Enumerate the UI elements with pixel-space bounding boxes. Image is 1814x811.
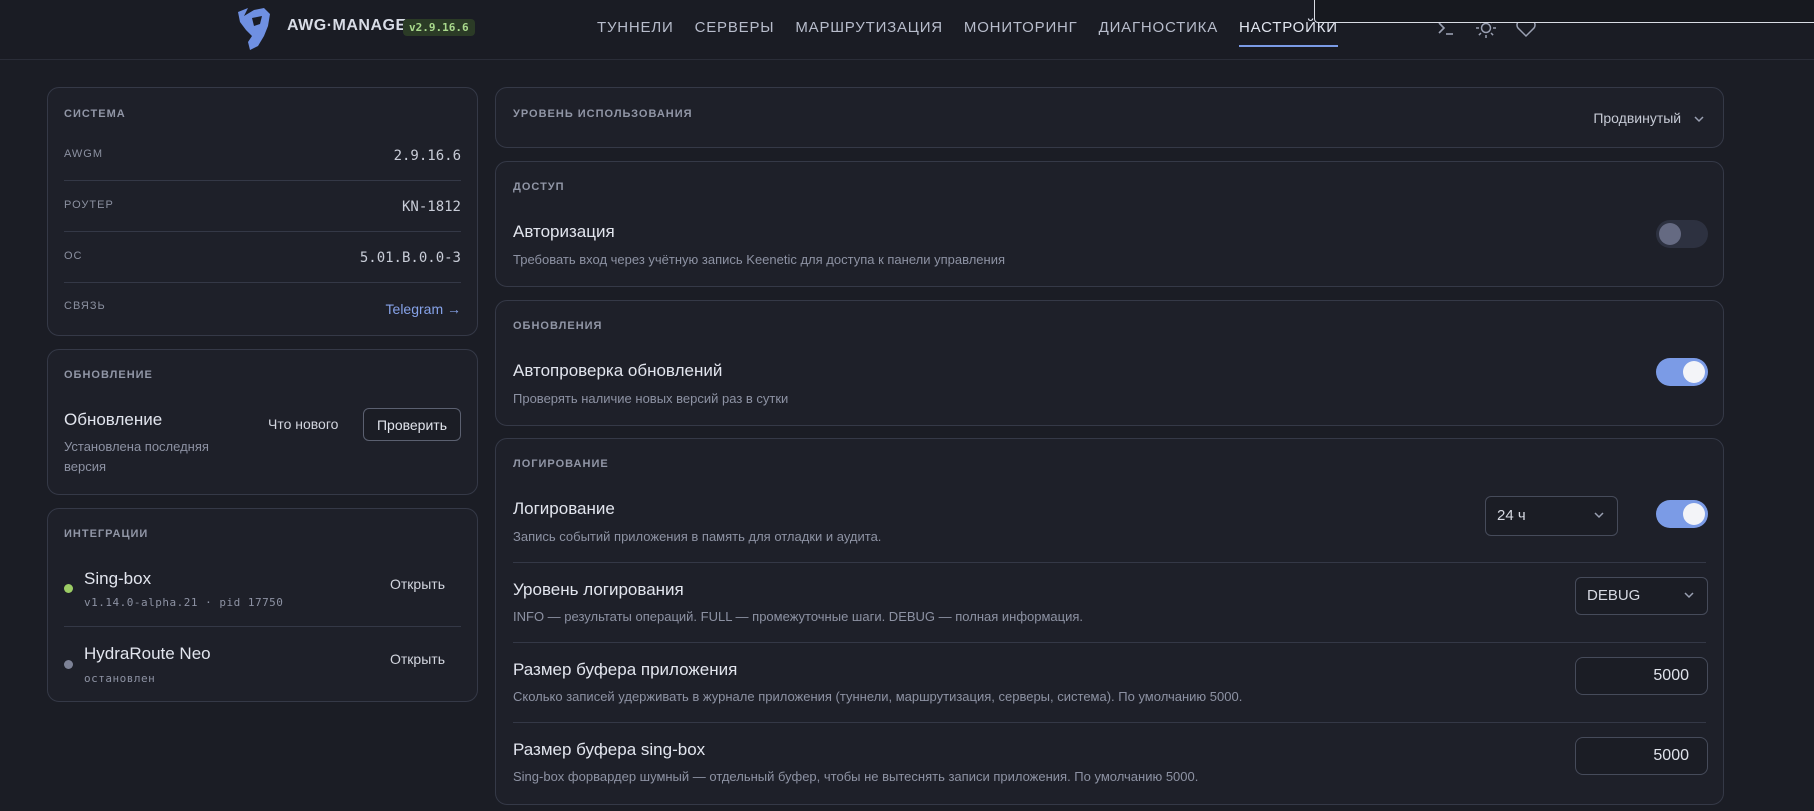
nav-routing[interactable]: МАРШРУТИЗАЦИЯ [795, 0, 943, 60]
whats-new-button[interactable]: Что нового [268, 416, 338, 432]
chevron-down-icon [1684, 592, 1694, 599]
system-card: СИСТЕМА AWGM 2.9.16.6 РОУТЕР KN-1812 ОС … [47, 87, 478, 336]
log-level-desc: INFO — результаты операций. FULL — проме… [513, 609, 1084, 624]
auth-desc: Требовать вход через учётную запись Keen… [513, 252, 1006, 267]
divider [513, 642, 1706, 643]
section-title: ЛОГИРОВАНИЕ [513, 458, 609, 470]
status-dot [64, 660, 73, 669]
log-level-title: Уровень логирования [513, 580, 684, 599]
divider [64, 626, 461, 627]
divider [64, 180, 461, 181]
singbox-buffer-title: Размер буфера sing-box [513, 740, 706, 759]
section-title: ОБНОВЛЕНИЯ [513, 320, 603, 332]
access-card: ДОСТУП Авторизация Требовать вход через … [495, 161, 1724, 287]
chevron-down-icon [1594, 512, 1604, 519]
autocheck-toggle[interactable] [1656, 358, 1708, 386]
integration-name: Sing-box [84, 569, 152, 588]
section-title: ДОСТУП [513, 181, 565, 193]
usage-level-card: УРОВЕНЬ ИСПОЛЬЗОВАНИЯ Продвинутый [495, 87, 1724, 148]
system-row-label: AWGM [64, 148, 104, 160]
nav-diagnostics[interactable]: ДИАГНОСТИКА [1099, 0, 1218, 60]
version-badge: v2.9.16.6 [403, 19, 475, 36]
system-row-value: 2.9.16.6 [393, 148, 461, 164]
brand-name: AWG·MANAGER [287, 17, 419, 34]
section-title: СИСТЕМА [64, 108, 126, 120]
open-hydraroute-button[interactable]: Открыть [390, 651, 445, 667]
autocheck-title: Автопроверка обновлений [513, 361, 723, 380]
system-row-value: KN-1812 [401, 199, 461, 215]
toggle-knob [1683, 361, 1705, 383]
usage-level-select[interactable]: Продвинутый [1593, 110, 1705, 126]
nav-monitoring[interactable]: МОНИТОРИНГ [964, 0, 1078, 60]
main-nav: ТУННЕЛИ СЕРВЕРЫ МАРШРУТИЗАЦИЯ МОНИТОРИНГ… [597, 0, 1359, 60]
system-row-label: ОС [64, 250, 83, 262]
section-title: ИНТЕГРАЦИИ [64, 528, 149, 540]
log-retention-value: 24 ч [1497, 507, 1526, 524]
usage-level-value: Продвинутый [1593, 110, 1682, 126]
auth-title: Авторизация [513, 222, 615, 241]
auth-toggle[interactable] [1656, 220, 1708, 248]
app-buffer-desc: Сколько записей удерживать в журнале при… [513, 689, 1243, 704]
nav-tunnels[interactable]: ТУННЕЛИ [597, 0, 674, 60]
app-buffer-title: Размер буфера приложения [513, 660, 738, 679]
app-buffer-input[interactable]: 5000 [1575, 657, 1708, 695]
status-dot [64, 584, 73, 593]
system-row-label: СВЯЗЬ [64, 300, 106, 312]
logging-card: ЛОГИРОВАНИЕ Логирование Запись событий п… [495, 438, 1724, 805]
logo-icon [238, 8, 270, 50]
log-level-select[interactable]: DEBUG [1575, 577, 1708, 615]
top-header: AWG·MANAGER v2.9.16.6 ТУННЕЛИ СЕРВЕРЫ МА… [0, 0, 1814, 60]
update-title: Обновление [64, 410, 163, 429]
check-update-button[interactable]: Проверить [363, 408, 461, 441]
nav-servers[interactable]: СЕРВЕРЫ [695, 0, 775, 60]
section-title: УРОВЕНЬ ИСПОЛЬЗОВАНИЯ [513, 108, 693, 120]
logging-desc: Запись событий приложения в память для о… [513, 529, 882, 544]
update-desc: версия [64, 459, 107, 474]
singbox-buffer-desc: Sing-box форвардер шумный — отдельный бу… [513, 769, 1199, 784]
divider [513, 722, 1706, 723]
logging-toggle[interactable] [1656, 500, 1708, 528]
divider [513, 562, 1706, 563]
autocheck-desc: Проверять наличие новых версий раз в сут… [513, 391, 789, 406]
integration-detail: остановлен [84, 672, 156, 685]
open-singbox-button[interactable]: Открыть [390, 576, 445, 592]
integration-detail: v1.14.0-alpha.21 · pid 17750 [84, 596, 284, 609]
update-desc: Установлена последняя [64, 439, 209, 454]
overlay-panel [1314, 0, 1814, 23]
section-title: ОБНОВЛЕНИЕ [64, 369, 153, 381]
update-card: ОБНОВЛЕНИЕ Обновление Установлена послед… [47, 349, 478, 495]
logging-title: Логирование [513, 499, 615, 518]
divider [64, 282, 461, 283]
log-retention-select[interactable]: 24 ч [1485, 496, 1618, 536]
divider [64, 231, 461, 232]
integration-name: HydraRoute Neo [84, 644, 211, 663]
system-row-label: РОУТЕР [64, 199, 114, 211]
integrations-card: ИНТЕГРАЦИИ Sing-box v1.14.0-alpha.21 · p… [47, 508, 478, 702]
system-row-value: 5.01.B.0.0-3 [359, 250, 461, 266]
log-level-value: DEBUG [1587, 587, 1641, 604]
toggle-knob [1683, 503, 1705, 525]
toggle-knob [1659, 223, 1681, 245]
chevron-down-icon [1694, 116, 1704, 123]
singbox-buffer-input[interactable]: 5000 [1575, 737, 1708, 775]
updates-card: ОБНОВЛЕНИЯ Автопроверка обновлений Прове… [495, 300, 1724, 426]
telegram-link[interactable]: Telegram → [386, 301, 461, 317]
